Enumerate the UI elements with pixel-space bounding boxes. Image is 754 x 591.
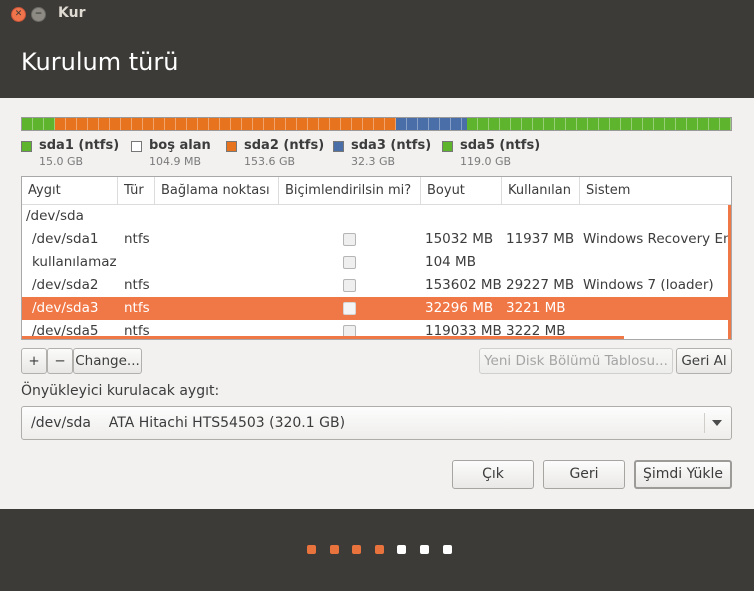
bootloader-device-description: ATA Hitachi HTS54503 (320.1 GB) [108,415,346,431]
table-row[interactable]: kullanılamaz 104 MB [22,251,731,274]
cell-type: ntfs [124,231,150,247]
window-title: Kur [58,5,86,21]
partition-bar [21,117,732,131]
legend-name: sda2 (ntfs) [244,138,325,153]
partition-table[interactable]: Aygıt Tür Bağlama noktası Biçimlendirils… [21,176,732,340]
progress-dot [420,545,429,554]
format-checkbox[interactable] [343,302,356,315]
title-bar: ✕ − Kur [0,0,754,28]
page-title: Kurulum türü [21,48,179,76]
minimize-icon: − [34,9,43,19]
back-button[interactable]: Geri [543,460,625,489]
main-panel: sda1 (ntfs) 15.0 GB boş alan 104.9 MB sda2 (… [0,98,754,509]
new-partition-table-button[interactable]: Yeni Disk Bölümü Tablosu... [479,348,673,374]
legend-swatch [21,141,32,152]
cell-device: /dev/sda3 [32,300,99,316]
partition-bar-segment [395,118,468,130]
legend-size: 104.9 MB [149,155,202,168]
progress-dot [442,545,452,554]
column-header-size[interactable]: Boyut [421,177,502,205]
quit-button[interactable]: Çık [452,460,534,489]
cell-device: /dev/sda2 [32,277,99,293]
bootloader-device-select[interactable]: /dev/sda ATA Hitachi HTS54503 (320.1 GB) [21,406,732,440]
legend-name: boş alan [149,138,211,153]
partition-bar-segment [55,118,396,130]
partition-bar-segment [22,118,56,130]
legend-size: 119.0 GB [460,155,512,168]
cell-used: 11937 MB [506,231,575,247]
table-header: Aygıt Tür Bağlama noktası Biçimlendirils… [22,177,731,205]
cell-type: ntfs [124,300,150,316]
progress-dot [307,545,316,554]
column-header-format[interactable]: Biçimlendirilsin mi? [279,177,421,205]
revert-button[interactable]: Geri Al [676,348,732,374]
cell-used: 3221 MB [506,300,566,316]
legend-swatch [442,141,453,152]
cell-system: Windows 7 (loader) [583,277,714,293]
legend-size: 153.6 GB [244,155,296,168]
close-window-button[interactable]: ✕ [11,7,26,22]
legend-size: 32.3 GB [351,155,396,168]
add-partition-button[interactable]: + [21,348,47,374]
table-row[interactable]: /dev/sda2 ntfs 153602 MB 29227 MB Windows 7 … [22,274,731,297]
legend-name: sda3 (ntfs) [351,138,432,153]
legend-name: sda1 (ntfs) [39,138,120,153]
bootloader-label: Önyükleyici kurulacak aygıt: [21,383,220,399]
vertical-scrollbar[interactable] [728,205,731,339]
remove-partition-button[interactable]: − [47,348,73,374]
cell-device: /dev/sda [26,208,84,224]
table-row[interactable]: /dev/sda [22,205,731,228]
progress-dot [329,545,339,554]
legend-swatch [226,141,237,152]
format-checkbox[interactable] [343,256,356,269]
cell-device: /dev/sda1 [32,231,99,247]
close-icon: ✕ [14,9,23,19]
progress-dot [397,545,407,554]
bootloader-device: /dev/sda ATA Hitachi HTS54503 (320.1 GB) [31,407,345,439]
legend-size: 15.0 GB [39,155,84,168]
minimize-window-button[interactable]: − [31,7,46,22]
format-checkbox[interactable] [343,233,356,246]
cell-type: ntfs [124,277,150,293]
legend-name: sda5 (ntfs) [460,138,541,153]
cell-size: 32296 MB [425,300,494,316]
cell-system: Windows Recovery Em [583,231,732,247]
progress-dot [374,545,384,554]
format-checkbox[interactable] [343,279,356,292]
column-header-mount[interactable]: Bağlama noktası [155,177,279,205]
column-header-type[interactable]: Tür [118,177,155,205]
progress-dot [352,545,362,554]
cell-size: 153602 MB [425,277,502,293]
cell-size: 15032 MB [425,231,494,247]
column-header-used[interactable]: Kullanılan [502,177,580,205]
cell-device: kullanılamaz [32,254,117,270]
table-row[interactable]: /dev/sda1 ntfs 15032 MB 11937 MB Windows Rec… [22,228,732,251]
cell-size: 104 MB [425,254,476,270]
install-now-button[interactable]: Şimdi Yükle [634,460,732,489]
combo-separator [704,413,705,433]
horizontal-scrollbar[interactable] [22,336,624,339]
column-header-system[interactable]: Sistem [580,177,731,205]
partition-bar-segment [467,118,731,130]
chevron-down-icon [712,420,722,426]
cell-used: 29227 MB [506,277,575,293]
legend-swatch [333,141,344,152]
change-partition-button[interactable]: Change... [73,348,142,374]
progress-footer [0,509,754,591]
page-header: Kurulum türü [0,28,754,98]
column-header-device[interactable]: Aygıt [22,177,118,205]
legend-swatch [131,141,142,152]
bootloader-device-path: /dev/sda [31,415,91,431]
table-row[interactable]: /dev/sda3 ntfs 32296 MB 3221 MB [22,297,731,320]
